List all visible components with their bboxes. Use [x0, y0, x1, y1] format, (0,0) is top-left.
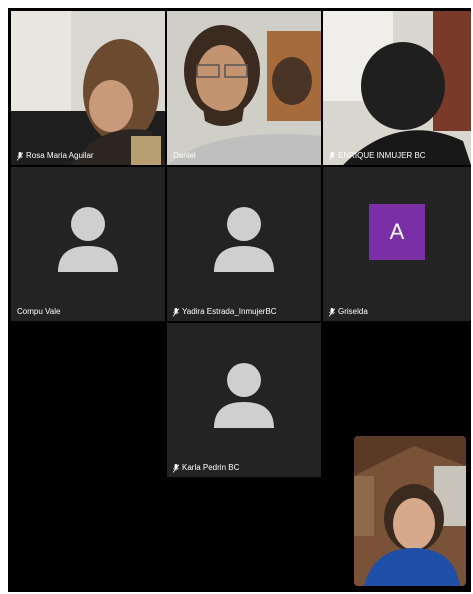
mic-off-icon: [173, 463, 179, 473]
mic-off-icon: [329, 151, 335, 161]
self-view-video[interactable]: [354, 436, 466, 586]
mic-off-icon: [329, 307, 335, 317]
participant-tile-yadira-estrada[interactable]: Yadira Estrada_InmujerBC: [167, 167, 321, 321]
video-grid: Rosa Maria Aguilar Daniel ENRIQUE INMUJE…: [8, 8, 471, 592]
participant-name-label: Rosa Maria Aguilar: [17, 151, 94, 161]
self-video: [354, 436, 466, 586]
participant-tile-daniel[interactable]: Daniel: [167, 11, 321, 165]
participant-tile-rosa-maria-aguilar[interactable]: Rosa Maria Aguilar: [11, 11, 165, 165]
person-silhouette-icon: [58, 207, 118, 272]
participant-name-label: Compu Vale: [17, 307, 61, 316]
participant-name-label: Karla Pedrin BC: [173, 463, 239, 473]
mic-off-icon: [17, 151, 23, 161]
mic-off-icon: [173, 307, 179, 317]
participant-video: [167, 11, 321, 165]
participant-tile-karla-pedrin-bc[interactable]: Karla Pedrin BC: [167, 323, 321, 477]
participant-name-label: Yadira Estrada_InmujerBC: [173, 307, 277, 317]
participant-tile-compu-vale[interactable]: Compu Vale: [11, 167, 165, 321]
avatar: A: [369, 204, 425, 260]
person-silhouette-icon: [214, 363, 274, 428]
participant-tile-griselda[interactable]: A Griselda: [323, 167, 471, 321]
participant-name-label: ENRIQUE INMUJER BC: [329, 151, 426, 161]
person-silhouette-icon: [214, 207, 274, 272]
participant-name-label: Griselda: [329, 307, 368, 317]
participant-video: [323, 11, 471, 165]
participant-name-label: Daniel: [173, 151, 196, 160]
participant-video: [11, 11, 165, 165]
participant-tile-enrique-inmujer-bc[interactable]: ENRIQUE INMUJER BC: [323, 11, 471, 165]
